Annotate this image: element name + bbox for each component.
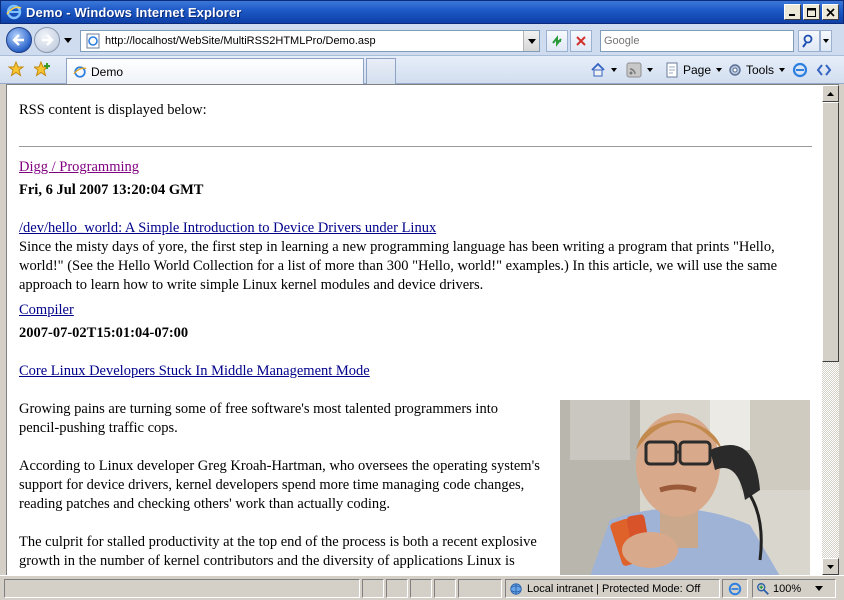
item-description: Since the misty days of yore, the first … [19, 239, 778, 293]
chevron-down-icon [779, 68, 786, 72]
tab-bar: Demo Page Tools [0, 56, 844, 84]
page-menu[interactable]: Page [664, 61, 723, 79]
status-panel [362, 579, 384, 598]
close-icon [826, 7, 835, 17]
intro-text: RSS content is displayed below: [19, 102, 207, 118]
ie-logo-icon [6, 4, 22, 20]
maximize-icon [807, 7, 816, 17]
chevron-down-icon [823, 39, 829, 43]
vertical-scrollbar[interactable] [822, 84, 839, 575]
page-icon [86, 33, 100, 49]
arrow-up-icon [827, 91, 834, 96]
scroll-up-button[interactable] [822, 85, 839, 102]
article-paragraph: According to Linux developer Greg Kroah-… [19, 458, 540, 512]
ie-status-button[interactable] [722, 579, 748, 598]
page-menu-icon [666, 62, 678, 78]
feed-date: Fri, 6 Jul 2007 13:20:04 GMT [19, 182, 204, 198]
status-panel [458, 579, 502, 598]
page-menu-label: Page [683, 63, 712, 77]
status-text-panel [4, 579, 360, 598]
chevron-down-icon [527, 38, 536, 44]
recent-pages-dropdown[interactable] [64, 38, 72, 43]
search-options-dropdown[interactable] [820, 30, 832, 52]
item-title-link[interactable]: /dev/hello_world: A Simple Introduction … [19, 219, 436, 238]
item-title-link[interactable]: Core Linux Developers Stuck In Middle Ma… [19, 362, 370, 381]
search-icon [802, 34, 813, 48]
feed-title-link[interactable]: Digg / Programming [19, 158, 139, 177]
chevron-down-icon [647, 68, 653, 72]
new-tab-button[interactable] [366, 58, 396, 84]
status-panel [410, 579, 432, 598]
back-arrow-icon [12, 34, 24, 46]
page-viewport[interactable]: RSS content is displayed below: Digg / P… [6, 84, 822, 575]
office-worker-photo [560, 400, 810, 575]
zoom-control[interactable]: 100% [752, 579, 836, 598]
add-favorite-icon[interactable] [34, 61, 52, 77]
status-panel [386, 579, 408, 598]
tools-menu-label: Tools [746, 63, 775, 77]
minimize-icon [789, 13, 795, 16]
security-zone[interactable]: Local intranet | Protected Mode: Off [505, 579, 720, 598]
item-date: 2007-07-02T15:01:04-07:00 [19, 325, 189, 341]
arrow-down-icon [827, 564, 834, 569]
chevron-down-icon [815, 586, 824, 591]
minimize-button[interactable] [784, 4, 801, 20]
intranet-zone-icon [510, 582, 522, 595]
chevron-down-icon [611, 68, 617, 72]
chevron-down-icon [716, 68, 723, 72]
research-button[interactable] [816, 61, 832, 79]
zoom-icon [757, 582, 769, 595]
category-link[interactable]: Compiler [19, 301, 74, 320]
tab-label: Demo [91, 64, 124, 79]
article-photo [560, 400, 810, 575]
gear-icon [729, 64, 741, 76]
stop-button[interactable] [570, 30, 592, 52]
back-button[interactable] [6, 27, 32, 53]
article-paragraph: The culprit for stalled productivity at … [19, 534, 537, 569]
status-panel [434, 579, 456, 598]
tab-demo[interactable]: Demo [66, 58, 364, 84]
ie-help-button[interactable] [792, 61, 808, 79]
window-title: Demo - Windows Internet Explorer [26, 4, 242, 20]
forward-arrow-icon [42, 34, 54, 46]
home-icon [591, 62, 605, 77]
forward-button[interactable] [34, 27, 60, 53]
close-button[interactable] [822, 4, 839, 20]
scroll-down-button[interactable] [822, 558, 839, 575]
url-text[interactable]: http://localhost/WebSite/MultiRSS2HTMLPr… [105, 35, 523, 47]
research-icon [816, 64, 832, 76]
home-button[interactable] [590, 61, 617, 79]
search-input[interactable] [600, 30, 794, 52]
ie-page-icon [73, 65, 87, 78]
rss-feed-icon [626, 62, 642, 78]
maximize-button[interactable] [803, 4, 820, 20]
stop-icon [576, 36, 586, 46]
navigation-bar: http://localhost/WebSite/MultiRSS2HTMLPr… [0, 24, 844, 56]
zone-label: Local intranet | Protected Mode: Off [527, 582, 701, 595]
address-bar[interactable]: http://localhost/WebSite/MultiRSS2HTMLPr… [80, 30, 540, 52]
tools-menu[interactable]: Tools [727, 61, 786, 79]
ie-e-icon [792, 62, 808, 78]
status-bar: Local intranet | Protected Mode: Off 100… [0, 575, 844, 600]
ie-e-icon [728, 582, 742, 595]
search-button[interactable] [798, 30, 820, 52]
scroll-thumb[interactable] [822, 102, 839, 362]
refresh-button[interactable] [546, 30, 568, 52]
favorites-star-icon[interactable] [8, 61, 24, 77]
address-dropdown-button[interactable] [523, 31, 539, 51]
refresh-icon [552, 35, 562, 47]
zoom-level: 100% [773, 582, 802, 595]
feeds-button[interactable] [626, 61, 653, 79]
divider [19, 146, 812, 148]
article-paragraph: Growing pains are turning some of free s… [19, 401, 498, 436]
title-bar: Demo - Windows Internet Explorer [0, 0, 844, 24]
